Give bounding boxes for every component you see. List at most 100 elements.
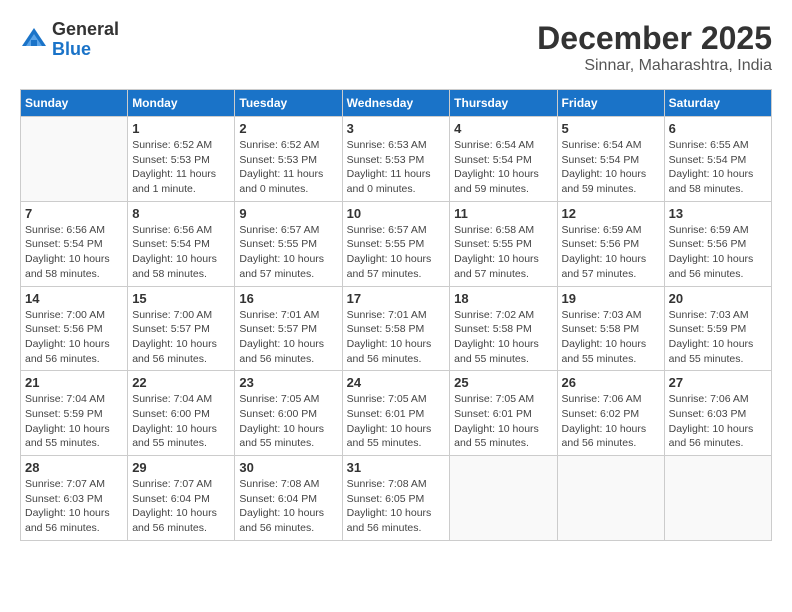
table-row: 17 Sunrise: 7:01 AM Sunset: 5:58 PM Dayli… [342, 286, 450, 371]
table-row: 13 Sunrise: 6:59 AM Sunset: 5:56 PM Dayli… [664, 201, 771, 286]
table-row: 12 Sunrise: 6:59 AM Sunset: 5:56 PM Dayli… [557, 201, 664, 286]
day-number: 9 [239, 206, 337, 221]
day-info: Sunrise: 6:52 AM Sunset: 5:53 PM Dayligh… [132, 138, 230, 197]
day-info: Sunrise: 6:54 AM Sunset: 5:54 PM Dayligh… [562, 138, 660, 197]
day-info: Sunrise: 6:56 AM Sunset: 5:54 PM Dayligh… [132, 223, 230, 282]
day-info: Sunrise: 7:01 AM Sunset: 5:58 PM Dayligh… [347, 308, 446, 367]
month-title: December 2025 [537, 20, 772, 57]
table-row: 22Sunrise: 7:04 AM Sunset: 6:00 PM Dayli… [128, 371, 235, 456]
day-number: 14 [25, 291, 123, 306]
table-row: 14 Sunrise: 7:00 AM Sunset: 5:56 PM Dayli… [21, 286, 128, 371]
logo-general-text: General [52, 20, 119, 40]
calendar-week-row: 7 Sunrise: 6:56 AM Sunset: 5:54 PM Daylig… [21, 201, 772, 286]
day-number: 1 [132, 121, 230, 136]
day-info: Sunrise: 6:53 AM Sunset: 5:53 PM Dayligh… [347, 138, 446, 197]
table-row: 31 Sunrise: 7:08 AM Sunset: 6:05 PM Dayli… [342, 456, 450, 541]
table-row: 15Sunrise: 7:00 AM Sunset: 5:57 PM Dayli… [128, 286, 235, 371]
day-number: 28 [25, 460, 123, 475]
table-row: 11 Sunrise: 6:58 AM Sunset: 5:55 PM Dayli… [450, 201, 557, 286]
day-info: Sunrise: 7:02 AM Sunset: 5:58 PM Dayligh… [454, 308, 552, 367]
day-info: Sunrise: 7:04 AM Sunset: 6:00 PM Dayligh… [132, 392, 230, 451]
day-number: 27 [669, 375, 767, 390]
day-number: 5 [562, 121, 660, 136]
day-number: 26 [562, 375, 660, 390]
table-row: 2 Sunrise: 6:52 AM Sunset: 5:53 PM Daylig… [235, 117, 342, 202]
day-info: Sunrise: 7:00 AM Sunset: 5:56 PM Dayligh… [25, 308, 123, 367]
day-info: Sunrise: 6:54 AM Sunset: 5:54 PM Dayligh… [454, 138, 552, 197]
location: Sinnar, Maharashtra, India [537, 57, 772, 75]
header-tuesday: Tuesday [235, 90, 342, 117]
table-row: 20Sunrise: 7:03 AM Sunset: 5:59 PM Dayli… [664, 286, 771, 371]
table-row: 28 Sunrise: 7:07 AM Sunset: 6:03 PM Dayli… [21, 456, 128, 541]
table-row: 30 Sunrise: 7:08 AM Sunset: 6:04 PM Dayli… [235, 456, 342, 541]
day-number: 12 [562, 206, 660, 221]
day-info: Sunrise: 6:57 AM Sunset: 5:55 PM Dayligh… [239, 223, 337, 282]
day-number: 25 [454, 375, 552, 390]
header-thursday: Thursday [450, 90, 557, 117]
day-number: 2 [239, 121, 337, 136]
day-number: 18 [454, 291, 552, 306]
calendar-week-row: 21 Sunrise: 7:04 AM Sunset: 5:59 PM Dayli… [21, 371, 772, 456]
logo-blue-text: Blue [52, 40, 119, 60]
title-section: December 2025 Sinnar, Maharashtra, India [537, 20, 772, 75]
header-wednesday: Wednesday [342, 90, 450, 117]
day-number: 11 [454, 206, 552, 221]
table-row: 9 Sunrise: 6:57 AM Sunset: 5:55 PM Daylig… [235, 201, 342, 286]
day-number: 30 [239, 460, 337, 475]
table-row: 21 Sunrise: 7:04 AM Sunset: 5:59 PM Dayli… [21, 371, 128, 456]
calendar-page: General Blue December 2025 Sinnar, Mahar… [0, 0, 792, 612]
table-row [21, 117, 128, 202]
day-info: Sunrise: 7:01 AM Sunset: 5:57 PM Dayligh… [239, 308, 337, 367]
day-number: 6 [669, 121, 767, 136]
table-row: 29 Sunrise: 7:07 AM Sunset: 6:04 PM Dayli… [128, 456, 235, 541]
logo-icon [20, 26, 48, 54]
calendar-week-row: 14 Sunrise: 7:00 AM Sunset: 5:56 PM Dayli… [21, 286, 772, 371]
day-info: Sunrise: 7:03 AM Sunset: 5:59 PM Dayligh… [669, 308, 767, 367]
calendar-week-row: 28 Sunrise: 7:07 AM Sunset: 6:03 PM Dayli… [21, 456, 772, 541]
day-info: Sunrise: 6:52 AM Sunset: 5:53 PM Dayligh… [239, 138, 337, 197]
day-info: Sunrise: 7:07 AM Sunset: 6:03 PM Dayligh… [25, 477, 123, 536]
day-info: Sunrise: 7:05 AM Sunset: 6:00 PM Dayligh… [239, 392, 337, 451]
day-number: 7 [25, 206, 123, 221]
day-number: 31 [347, 460, 446, 475]
day-number: 21 [25, 375, 123, 390]
table-row: 18 Sunrise: 7:02 AM Sunset: 5:58 PM Dayli… [450, 286, 557, 371]
day-info: Sunrise: 6:57 AM Sunset: 5:55 PM Dayligh… [347, 223, 446, 282]
header-monday: Monday [128, 90, 235, 117]
table-row: 10Sunrise: 6:57 AM Sunset: 5:55 PM Dayli… [342, 201, 450, 286]
day-number: 8 [132, 206, 230, 221]
table-row [557, 456, 664, 541]
header-friday: Friday [557, 90, 664, 117]
table-row: 4Sunrise: 6:54 AM Sunset: 5:54 PM Daylig… [450, 117, 557, 202]
day-number: 13 [669, 206, 767, 221]
day-info: Sunrise: 7:07 AM Sunset: 6:04 PM Dayligh… [132, 477, 230, 536]
table-row: 24Sunrise: 7:05 AM Sunset: 6:01 PM Dayli… [342, 371, 450, 456]
day-info: Sunrise: 6:59 AM Sunset: 5:56 PM Dayligh… [669, 223, 767, 282]
day-info: Sunrise: 7:08 AM Sunset: 6:04 PM Dayligh… [239, 477, 337, 536]
logo-text: General Blue [52, 20, 119, 60]
header: General Blue December 2025 Sinnar, Mahar… [20, 20, 772, 75]
calendar-table: Sunday Monday Tuesday Wednesday Thursday… [20, 89, 772, 541]
table-row: 8 Sunrise: 6:56 AM Sunset: 5:54 PM Daylig… [128, 201, 235, 286]
day-info: Sunrise: 6:56 AM Sunset: 5:54 PM Dayligh… [25, 223, 123, 282]
day-info: Sunrise: 7:08 AM Sunset: 6:05 PM Dayligh… [347, 477, 446, 536]
table-row: 5 Sunrise: 6:54 AM Sunset: 5:54 PM Daylig… [557, 117, 664, 202]
table-row: 25Sunrise: 7:05 AM Sunset: 6:01 PM Dayli… [450, 371, 557, 456]
day-number: 3 [347, 121, 446, 136]
day-number: 24 [347, 375, 446, 390]
table-row [450, 456, 557, 541]
day-info: Sunrise: 6:59 AM Sunset: 5:56 PM Dayligh… [562, 223, 660, 282]
day-number: 16 [239, 291, 337, 306]
header-sunday: Sunday [21, 90, 128, 117]
weekday-header-row: Sunday Monday Tuesday Wednesday Thursday… [21, 90, 772, 117]
day-info: Sunrise: 6:58 AM Sunset: 5:55 PM Dayligh… [454, 223, 552, 282]
header-saturday: Saturday [664, 90, 771, 117]
calendar-week-row: 1 Sunrise: 6:52 AM Sunset: 5:53 PM Daylig… [21, 117, 772, 202]
day-number: 17 [347, 291, 446, 306]
day-info: Sunrise: 7:03 AM Sunset: 5:58 PM Dayligh… [562, 308, 660, 367]
day-info: Sunrise: 7:04 AM Sunset: 5:59 PM Dayligh… [25, 392, 123, 451]
day-number: 29 [132, 460, 230, 475]
day-number: 23 [239, 375, 337, 390]
day-info: Sunrise: 7:06 AM Sunset: 6:03 PM Dayligh… [669, 392, 767, 451]
table-row: 7 Sunrise: 6:56 AM Sunset: 5:54 PM Daylig… [21, 201, 128, 286]
